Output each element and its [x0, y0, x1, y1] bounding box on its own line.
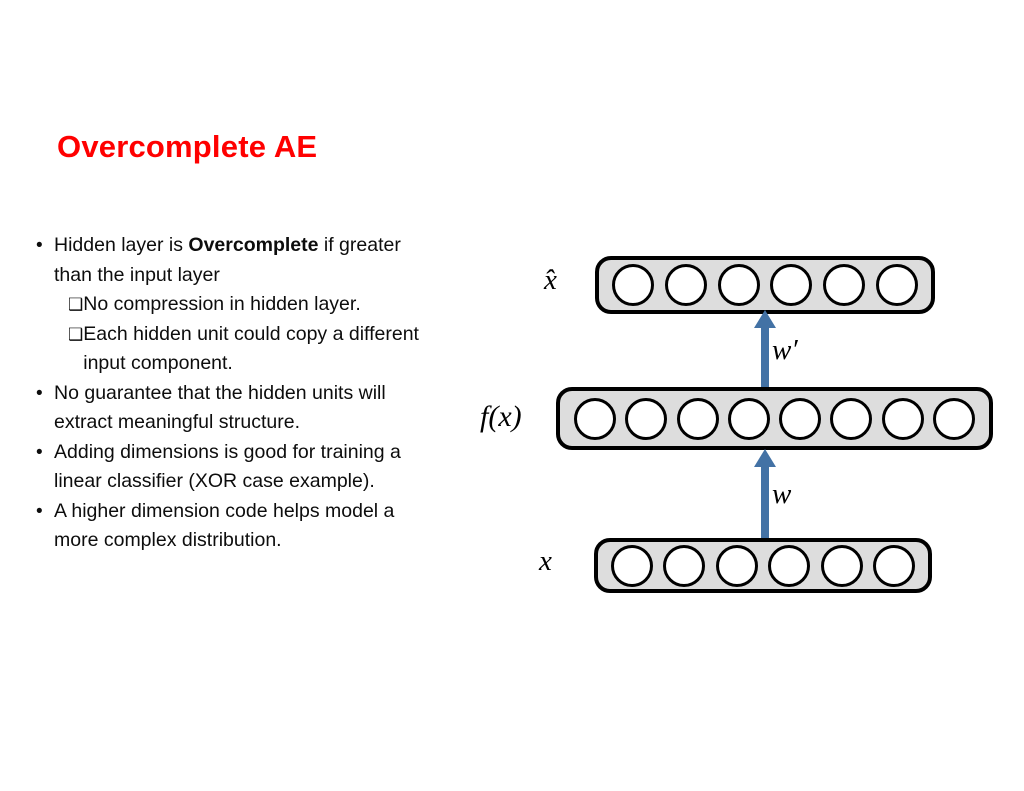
neuron-node [830, 397, 873, 440]
neuron-node [664, 264, 707, 306]
neuron-node [676, 397, 719, 440]
hidden-layer-label: f(x) [480, 400, 522, 433]
encoder-weight-label: w [772, 478, 792, 510]
hidden-layer-box [556, 387, 993, 450]
autoencoder-diagram: ̂x f(x) x w′ w [460, 235, 1020, 615]
bullet-dot-icon: • [36, 441, 43, 463]
neuron-node [779, 397, 822, 440]
neuron-node [612, 264, 654, 306]
neuron-node [881, 397, 924, 440]
hollow-square-icon: ❑ [68, 324, 84, 344]
input-layer-label: x [539, 545, 552, 577]
output-layer-box [595, 256, 935, 314]
output-layer-label: ̂x [544, 264, 557, 296]
list-item-text: No compression in hidden layer. [83, 293, 361, 315]
neuron-node [932, 397, 975, 440]
neuron-node [625, 397, 668, 440]
neuron-node [663, 544, 706, 587]
list-item-emphasis: Overcomplete [188, 234, 319, 256]
list-item-text-part: Hidden layer is [54, 234, 189, 256]
list-item-text: Adding dimensions is good for training a… [54, 440, 401, 493]
list-item-text: No guarantee that the hidden units will … [54, 381, 386, 434]
neuron-node [820, 544, 863, 587]
neuron-node [611, 544, 653, 587]
neuron-node [574, 397, 616, 440]
neuron-node [872, 544, 915, 587]
bullet-dot-icon: • [36, 500, 43, 522]
list-item-text: A higher dimension code helps model a mo… [54, 499, 395, 552]
neuron-node [768, 544, 811, 587]
neuron-node [770, 264, 813, 306]
list-item: ❑ Each hidden unit could copy a differen… [32, 320, 432, 379]
input-layer-box [594, 538, 932, 593]
neuron-node [717, 264, 760, 306]
list-item: • Hidden layer is Overcomplete if greate… [32, 231, 432, 290]
page-title: Overcomplete AE [57, 129, 318, 164]
bullet-dot-icon: • [36, 382, 43, 404]
neuron-node [823, 264, 866, 306]
neuron-node [875, 264, 918, 306]
list-item-text: Hidden layer is Overcomplete if greater … [54, 231, 432, 290]
list-item-text: Each hidden unit could copy a different … [83, 322, 419, 375]
list-item: • No guarantee that the hidden units wil… [32, 379, 432, 438]
hollow-square-icon: ❑ [68, 295, 84, 314]
neuron-node [727, 397, 770, 440]
bullet-dot-icon: • [36, 235, 43, 256]
list-item: • Adding dimensions is good for training… [32, 438, 432, 497]
decoder-weight-label: w′ [772, 334, 798, 366]
bullet-list: • Hidden layer is Overcomplete if greate… [32, 231, 432, 556]
list-item: ❑ No compression in hidden layer. [32, 290, 432, 320]
neuron-node [715, 544, 758, 587]
list-item: • A higher dimension code helps model a … [32, 497, 432, 556]
